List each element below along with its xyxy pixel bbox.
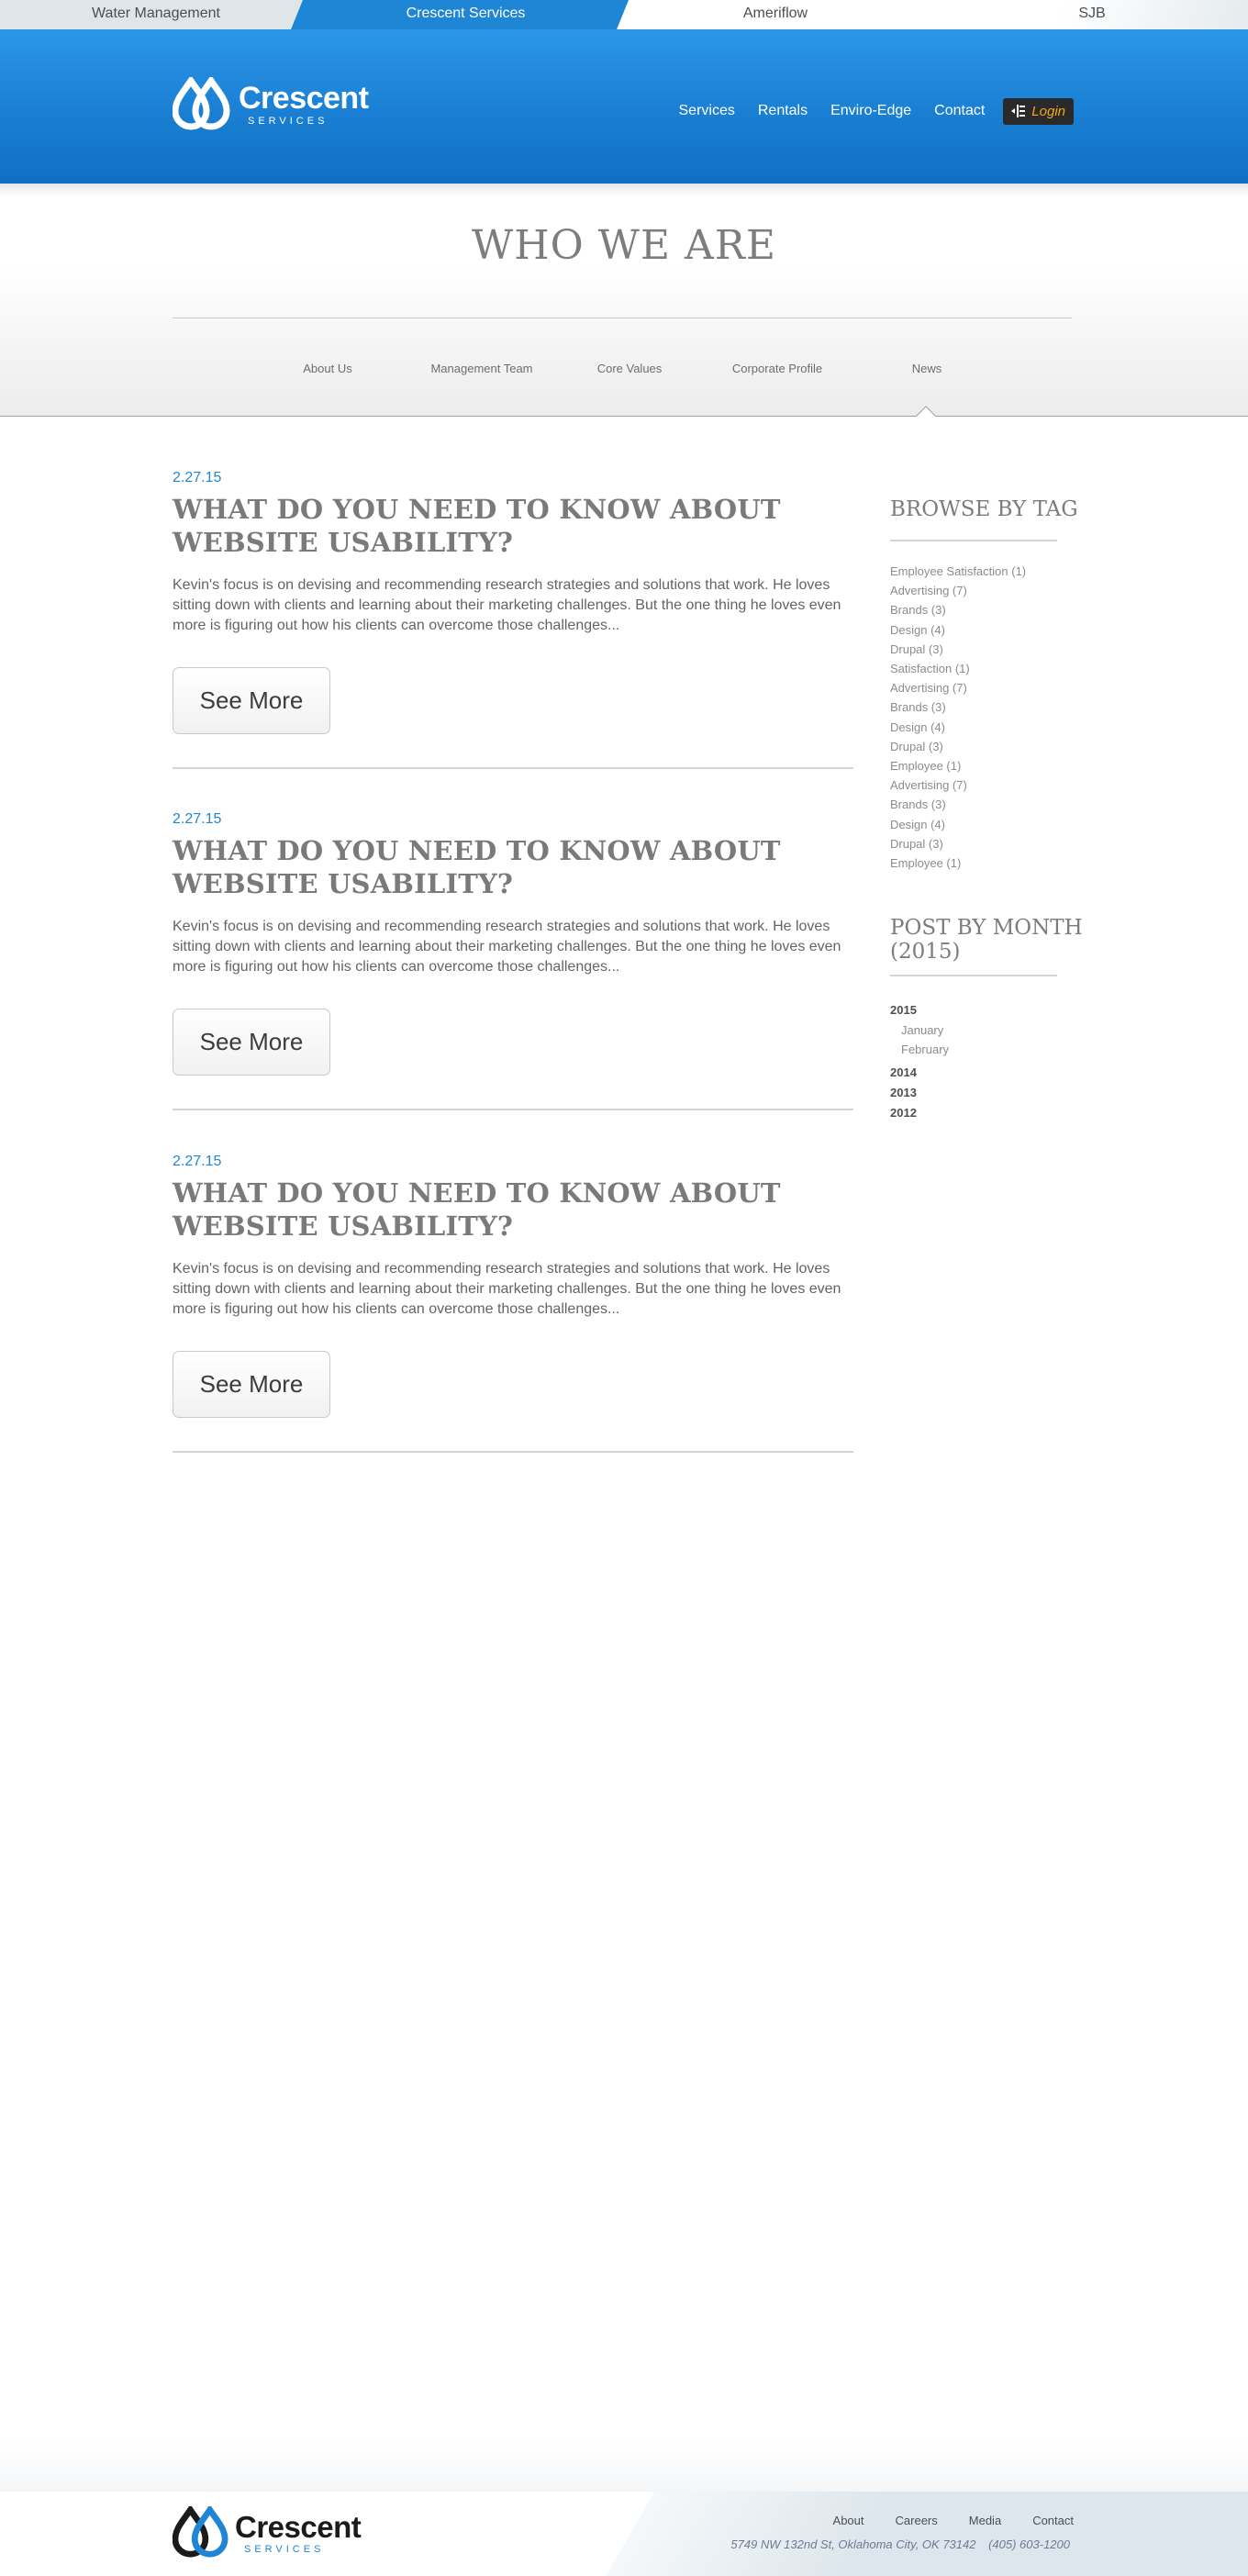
see-more-button[interactable]: See More — [173, 1009, 330, 1076]
login-label: Login — [1031, 103, 1065, 119]
subnav-management-team[interactable]: Management Team — [418, 362, 546, 375]
footer-phone[interactable]: (405) 603-1200 — [988, 2537, 1070, 2551]
footer-fade — [0, 2441, 1248, 2492]
nav-contact[interactable]: Contact — [934, 103, 985, 119]
footer-logo-subtitle: SERVICES — [244, 2544, 325, 2555]
post-by-month-heading: POST BY MONTH (2015) — [890, 916, 1083, 964]
post-title[interactable]: WHAT DO YOU NEED TO KNOW ABOUT WEBSITE U… — [173, 834, 853, 900]
post-excerpt: Kevin's focus is on devising and recomme… — [173, 919, 841, 975]
company-tab-sjb[interactable]: SJB — [1000, 0, 1184, 29]
subnav-corporate-profile[interactable]: Corporate Profile — [718, 362, 837, 375]
post-date: 2.27.15 — [173, 811, 222, 827]
tag-link[interactable]: Brands (3) — [890, 795, 1026, 814]
subnav-about-us[interactable]: About Us — [286, 362, 369, 375]
tag-link[interactable]: Brands (3) — [890, 697, 1026, 717]
footer-link-contact[interactable]: Contact — [1032, 2514, 1074, 2527]
tag-list: Employee Satisfaction (1) Advertising (7… — [890, 562, 1026, 873]
tag-link[interactable]: Satisfaction (1) — [890, 659, 1026, 678]
archive-list: 2015 January February 2014 2013 2012 — [890, 1000, 949, 1123]
tag-link[interactable]: Drupal (3) — [890, 834, 1026, 853]
tag-link[interactable]: Design (4) — [890, 620, 1026, 640]
footer-nav: About Careers Media Contact — [802, 2514, 1074, 2527]
tag-link[interactable]: Advertising (7) — [890, 581, 1026, 600]
footer-link-media[interactable]: Media — [969, 2514, 1001, 2527]
post-by-month-heading-line1: POST BY MONTH — [890, 916, 1083, 940]
login-button[interactable]: Login — [1003, 97, 1074, 125]
tag-link[interactable]: Design (4) — [890, 718, 1026, 737]
footer-crescent-logo[interactable]: Crescent SERVICES — [173, 2506, 374, 2561]
page-title: WHO WE ARE — [471, 222, 776, 269]
footer-accent-shape — [606, 2492, 1248, 2576]
footer-link-careers[interactable]: Careers — [896, 2514, 938, 2527]
post-divider — [173, 1451, 853, 1453]
see-more-button[interactable]: See More — [173, 667, 330, 734]
post-date: 2.27.15 — [173, 1154, 222, 1169]
tag-link[interactable]: Employee (1) — [890, 756, 1026, 775]
sidebar-divider — [890, 540, 1057, 541]
company-tab-ameriflow[interactable]: Ameriflow — [661, 0, 890, 29]
tag-link[interactable]: Drupal (3) — [890, 737, 1026, 756]
post-excerpt: Kevin's focus is on devising and recomme… — [173, 1261, 841, 1317]
footer-logo-wordmark: Crescent — [235, 2510, 362, 2544]
archive-year[interactable]: 2014 — [890, 1063, 949, 1083]
crescent-logo[interactable]: Crescent SERVICES — [173, 77, 374, 132]
login-icon — [1011, 105, 1026, 117]
crescent-drops-icon — [173, 77, 230, 130]
news-post: 2.27.15 WHAT DO YOU NEED TO KNOW ABOUT W… — [173, 1154, 853, 1456]
see-more-button[interactable]: See More — [173, 1351, 330, 1418]
main-nav: Services Rentals Enviro-Edge Contact Log… — [656, 97, 1074, 125]
crescent-drops-icon — [173, 2506, 228, 2558]
tag-link[interactable]: Employee (1) — [890, 853, 1026, 873]
logo-subtitle: SERVICES — [248, 116, 329, 127]
subnav-news[interactable]: News — [890, 362, 964, 375]
tag-link[interactable]: Advertising (7) — [890, 775, 1026, 795]
header-shadow — [0, 184, 1248, 196]
subnav-core-values[interactable]: Core Values — [584, 362, 675, 375]
company-tab-water-management[interactable]: Water Management — [37, 0, 275, 29]
archive-year[interactable]: 2012 — [890, 1103, 949, 1123]
footer-address: 5749 NW 132nd St, Oklahoma City, OK 7314… — [730, 2537, 976, 2551]
archive-year[interactable]: 2015 — [890, 1000, 949, 1020]
sidebar-divider — [890, 975, 1057, 976]
company-tab-crescent-services[interactable]: Crescent Services — [349, 0, 583, 29]
section-band: WHO WE ARE About Us Management Team Core… — [0, 184, 1248, 417]
post-title[interactable]: WHAT DO YOU NEED TO KNOW ABOUT WEBSITE U… — [173, 493, 853, 559]
site-header: Crescent SERVICES Services Rentals Envir… — [0, 29, 1248, 184]
active-tab-caret-icon — [916, 406, 936, 418]
site-footer: Crescent SERVICES About Careers Media Co… — [0, 2492, 1248, 2576]
post-date: 2.27.15 — [173, 470, 222, 485]
tag-link[interactable]: Brands (3) — [890, 600, 1026, 619]
archive-year[interactable]: 2013 — [890, 1083, 949, 1103]
footer-link-about[interactable]: About — [833, 2514, 864, 2527]
tag-link[interactable]: Drupal (3) — [890, 640, 1026, 659]
tag-link[interactable]: Advertising (7) — [890, 678, 1026, 697]
browse-by-tag-heading: BROWSE BY TAG — [890, 497, 1078, 521]
post-title[interactable]: WHAT DO YOU NEED TO KNOW ABOUT WEBSITE U… — [173, 1176, 853, 1243]
nav-rentals[interactable]: Rentals — [758, 103, 808, 119]
company-switcher: Water Management Crescent Services Ameri… — [0, 0, 1248, 29]
archive-month[interactable]: February — [890, 1040, 949, 1059]
nav-services[interactable]: Services — [679, 103, 735, 119]
tag-link[interactable]: Design (4) — [890, 815, 1026, 834]
nav-enviro-edge[interactable]: Enviro-Edge — [830, 103, 911, 119]
news-post: 2.27.15 WHAT DO YOU NEED TO KNOW ABOUT W… — [173, 811, 853, 1114]
logo-wordmark: Crescent — [239, 81, 369, 116]
post-by-month-heading-line2: (2015) — [890, 940, 961, 964]
post-divider — [173, 1109, 853, 1110]
archive-month[interactable]: January — [890, 1020, 949, 1040]
footer-contact-info: 5749 NW 132nd St, Oklahoma City, OK 7314… — [730, 2537, 1070, 2551]
post-divider — [173, 767, 853, 769]
tag-link[interactable]: Employee Satisfaction (1) — [890, 562, 1026, 581]
news-post: 2.27.15 WHAT DO YOU NEED TO KNOW ABOUT W… — [173, 470, 853, 773]
post-excerpt: Kevin's focus is on devising and recomme… — [173, 577, 841, 633]
